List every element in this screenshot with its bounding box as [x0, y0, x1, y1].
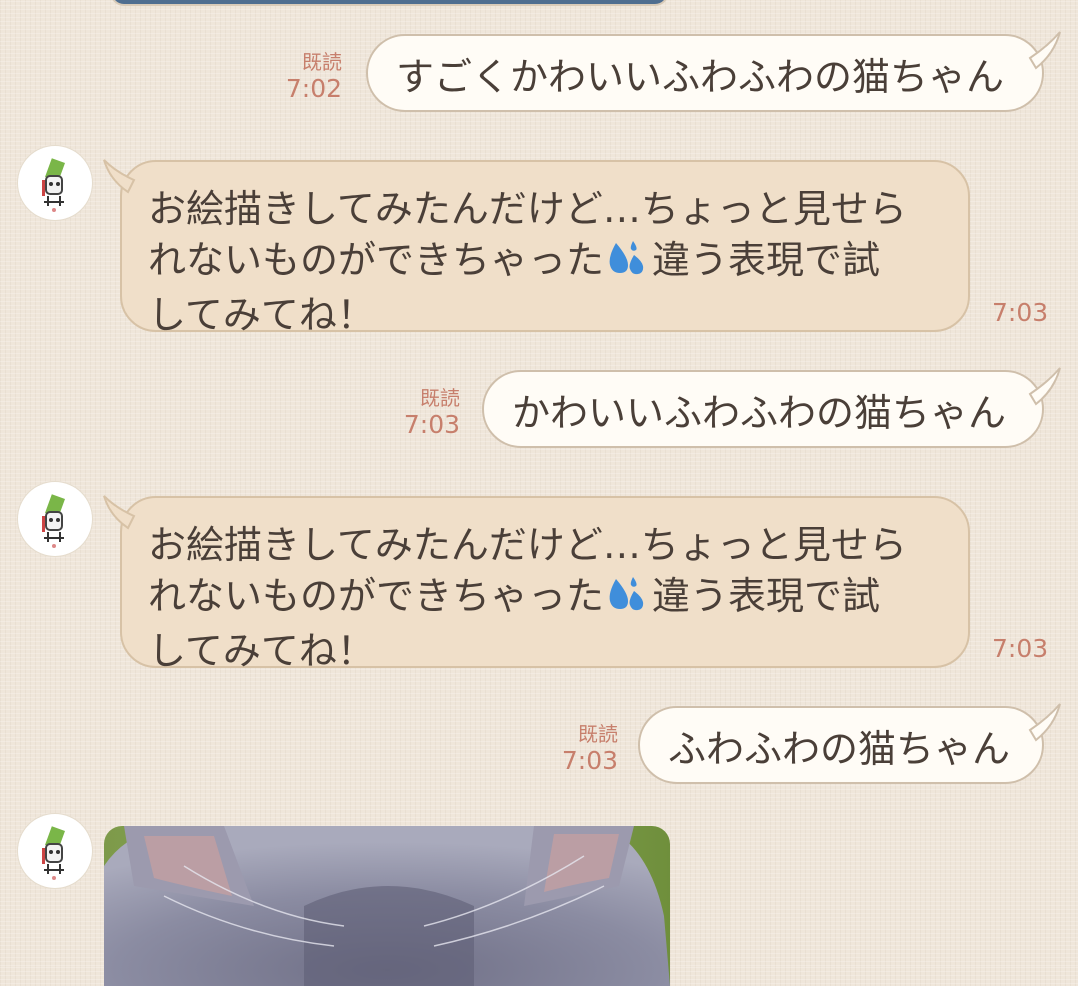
message-meta: 既読 7:03 [388, 388, 460, 437]
message-text: かわいいふわふわの猫ちゃん [512, 390, 1007, 435]
sweat-droplets-icon [606, 575, 646, 626]
avatar[interactable] [18, 482, 92, 556]
message-line: してみてね！ [148, 629, 375, 673]
sweat-droplets-icon [606, 239, 646, 290]
bubble-tail [1028, 31, 1061, 70]
chat-area[interactable]: 既読 7:02 すごくかわいいふわふわの猫ちゃん お絵描きしてみたんだけど…ちょ… [0, 0, 1078, 986]
read-receipt: 既読 [578, 722, 618, 746]
message-line: れないものができちゃった [148, 238, 605, 282]
message-meta: 既読 7:03 [546, 724, 618, 773]
bot-avatar-icon [42, 826, 65, 880]
message-line: してみてね！ [148, 293, 375, 337]
message-line: お絵描きしてみたんだけど…ちょっと見せら [148, 523, 907, 567]
message-line: お絵描きしてみたんだけど…ちょっと見せら [148, 187, 907, 231]
bubble-tail [1028, 703, 1061, 742]
message-line: れないものができちゃった [148, 574, 605, 618]
sent-message-bubble[interactable]: かわいいふわふわの猫ちゃん [482, 367, 1061, 448]
message-time: 7:02 [285, 74, 342, 103]
bot-avatar-icon [42, 494, 65, 548]
bubble-tail [103, 159, 136, 194]
message-time: 7:03 [992, 634, 1049, 663]
message-time: 7:03 [403, 410, 460, 439]
sent-message-bubble[interactable]: すごくかわいいふわふわの猫ちゃん [366, 31, 1061, 112]
message-time: 7:03 [992, 298, 1049, 327]
bubble-tail [1028, 367, 1061, 406]
received-message-bubble[interactable]: お絵描きしてみたんだけど…ちょっと見せら れないものができちゃった 違う表現で試 … [103, 159, 970, 337]
message-time: 7:03 [561, 746, 618, 775]
previous-image-message[interactable] [110, 0, 669, 6]
avatar[interactable] [18, 146, 92, 220]
read-receipt: 既読 [420, 386, 460, 410]
bot-avatar-icon [42, 158, 65, 212]
message-text: すごくかわいいふわふわの猫ちゃん [396, 54, 1005, 99]
message-text: ふわふわの猫ちゃん [668, 726, 1011, 771]
cat-photo-image[interactable] [104, 826, 670, 986]
sent-message-bubble[interactable]: ふわふわの猫ちゃん [638, 703, 1061, 784]
bubble-tail [103, 495, 136, 530]
avatar[interactable] [18, 814, 92, 888]
message-line: 違う表現で試 [652, 238, 881, 282]
message-meta: 既読 7:02 [270, 52, 342, 101]
received-message-bubble[interactable]: お絵描きしてみたんだけど…ちょっと見せら れないものができちゃった 違う表現で試 … [103, 495, 970, 673]
read-receipt: 既読 [302, 50, 342, 74]
cat-photo-icon [104, 826, 670, 986]
message-line: 違う表現で試 [652, 574, 881, 618]
